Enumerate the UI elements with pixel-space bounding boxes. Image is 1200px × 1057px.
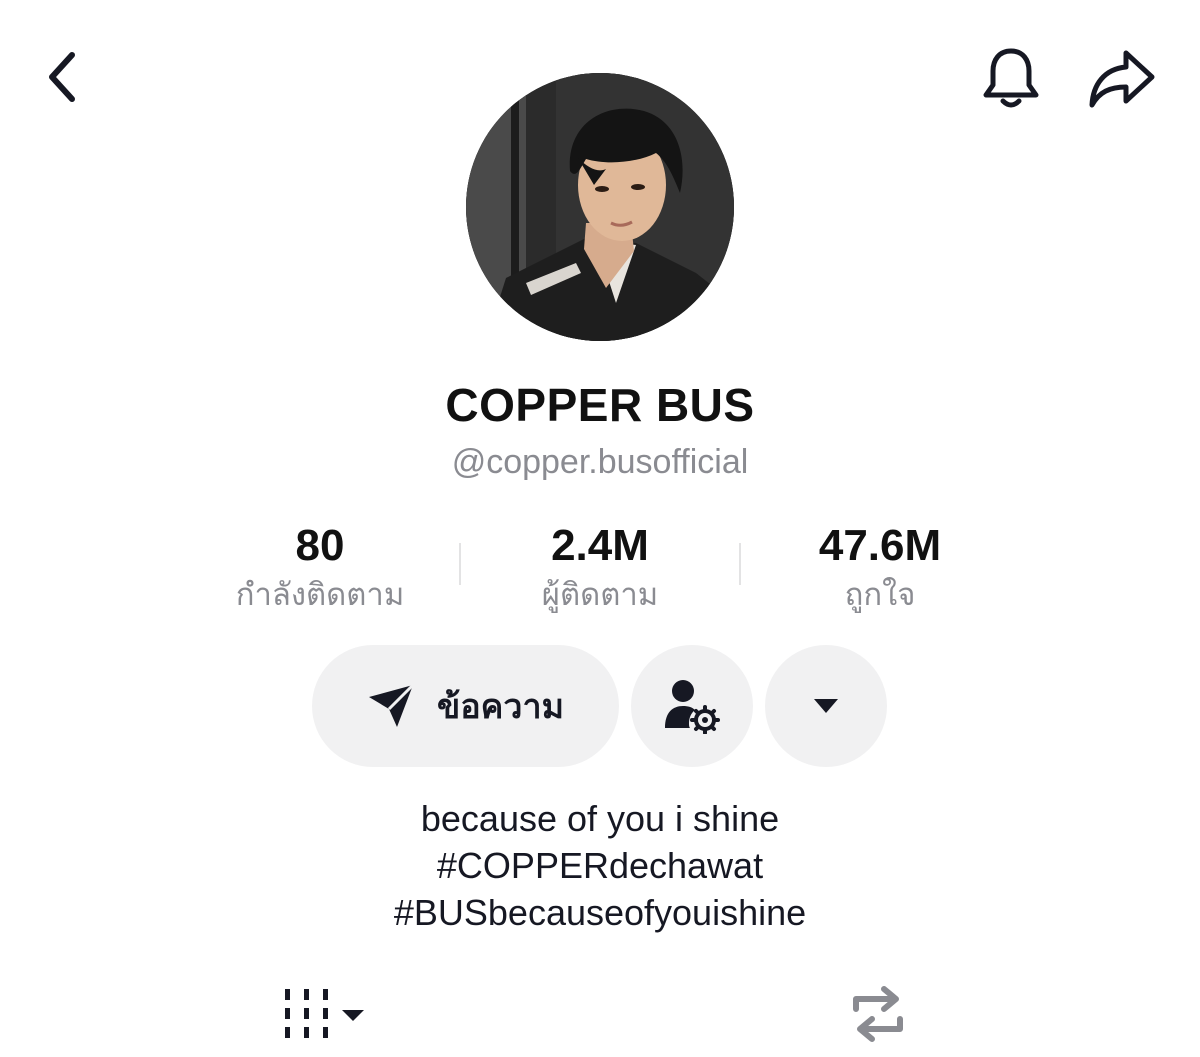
following-label: กำลังติดตาม bbox=[235, 577, 405, 612]
bio-hashtag[interactable]: #COPPERdechawat bbox=[0, 842, 1200, 889]
profile-avatar[interactable] bbox=[466, 73, 734, 341]
bio-hashtag[interactable]: #BUSbecauseofyouishine bbox=[0, 889, 1200, 936]
user-settings-icon bbox=[665, 680, 720, 734]
display-name: COPPER BUS bbox=[445, 379, 755, 431]
bio-line: because of you i shine bbox=[420, 798, 780, 839]
stat-divider bbox=[739, 543, 741, 585]
likes-count: 47.6M bbox=[818, 521, 942, 570]
send-icon bbox=[368, 683, 415, 727]
message-button[interactable]: ข้อความ bbox=[312, 645, 619, 767]
share-button[interactable] bbox=[1084, 42, 1158, 114]
share-arrow-icon bbox=[1089, 50, 1155, 108]
followers-stat[interactable]: 2.4M ผู้ติดตาม bbox=[480, 520, 720, 616]
more-options-button[interactable] bbox=[765, 645, 887, 767]
following-stat[interactable]: 80 กำลังติดตาม bbox=[200, 520, 440, 616]
profile-bio: because of you i shine #COPPERdechawat #… bbox=[0, 795, 1200, 936]
avatar-photo bbox=[466, 73, 734, 341]
repost-icon bbox=[853, 986, 903, 1042]
notification-bell-button[interactable] bbox=[976, 42, 1046, 114]
message-button-label: ข้อความ bbox=[436, 688, 564, 726]
followers-count: 2.4M bbox=[551, 521, 649, 570]
profile-page: COPPER BUS @copper.busofficial 80 กำลังต… bbox=[0, 0, 1200, 1057]
likes-stat[interactable]: 47.6M ถูกใจ bbox=[760, 520, 1000, 616]
stat-divider bbox=[459, 543, 461, 585]
tab-reposts[interactable] bbox=[846, 985, 910, 1043]
followers-label: ผู้ติดตาม bbox=[541, 577, 659, 612]
caret-down-icon bbox=[814, 699, 838, 713]
grid-icon bbox=[285, 989, 364, 1038]
chevron-left-icon bbox=[49, 52, 75, 102]
friend-settings-button[interactable] bbox=[631, 645, 753, 767]
back-button[interactable] bbox=[30, 45, 94, 109]
following-count: 80 bbox=[295, 521, 345, 570]
username: @copper.busofficial bbox=[451, 443, 749, 481]
bell-icon bbox=[983, 48, 1039, 108]
tab-videos[interactable] bbox=[282, 985, 372, 1043]
likes-label: ถูกใจ bbox=[844, 577, 916, 612]
